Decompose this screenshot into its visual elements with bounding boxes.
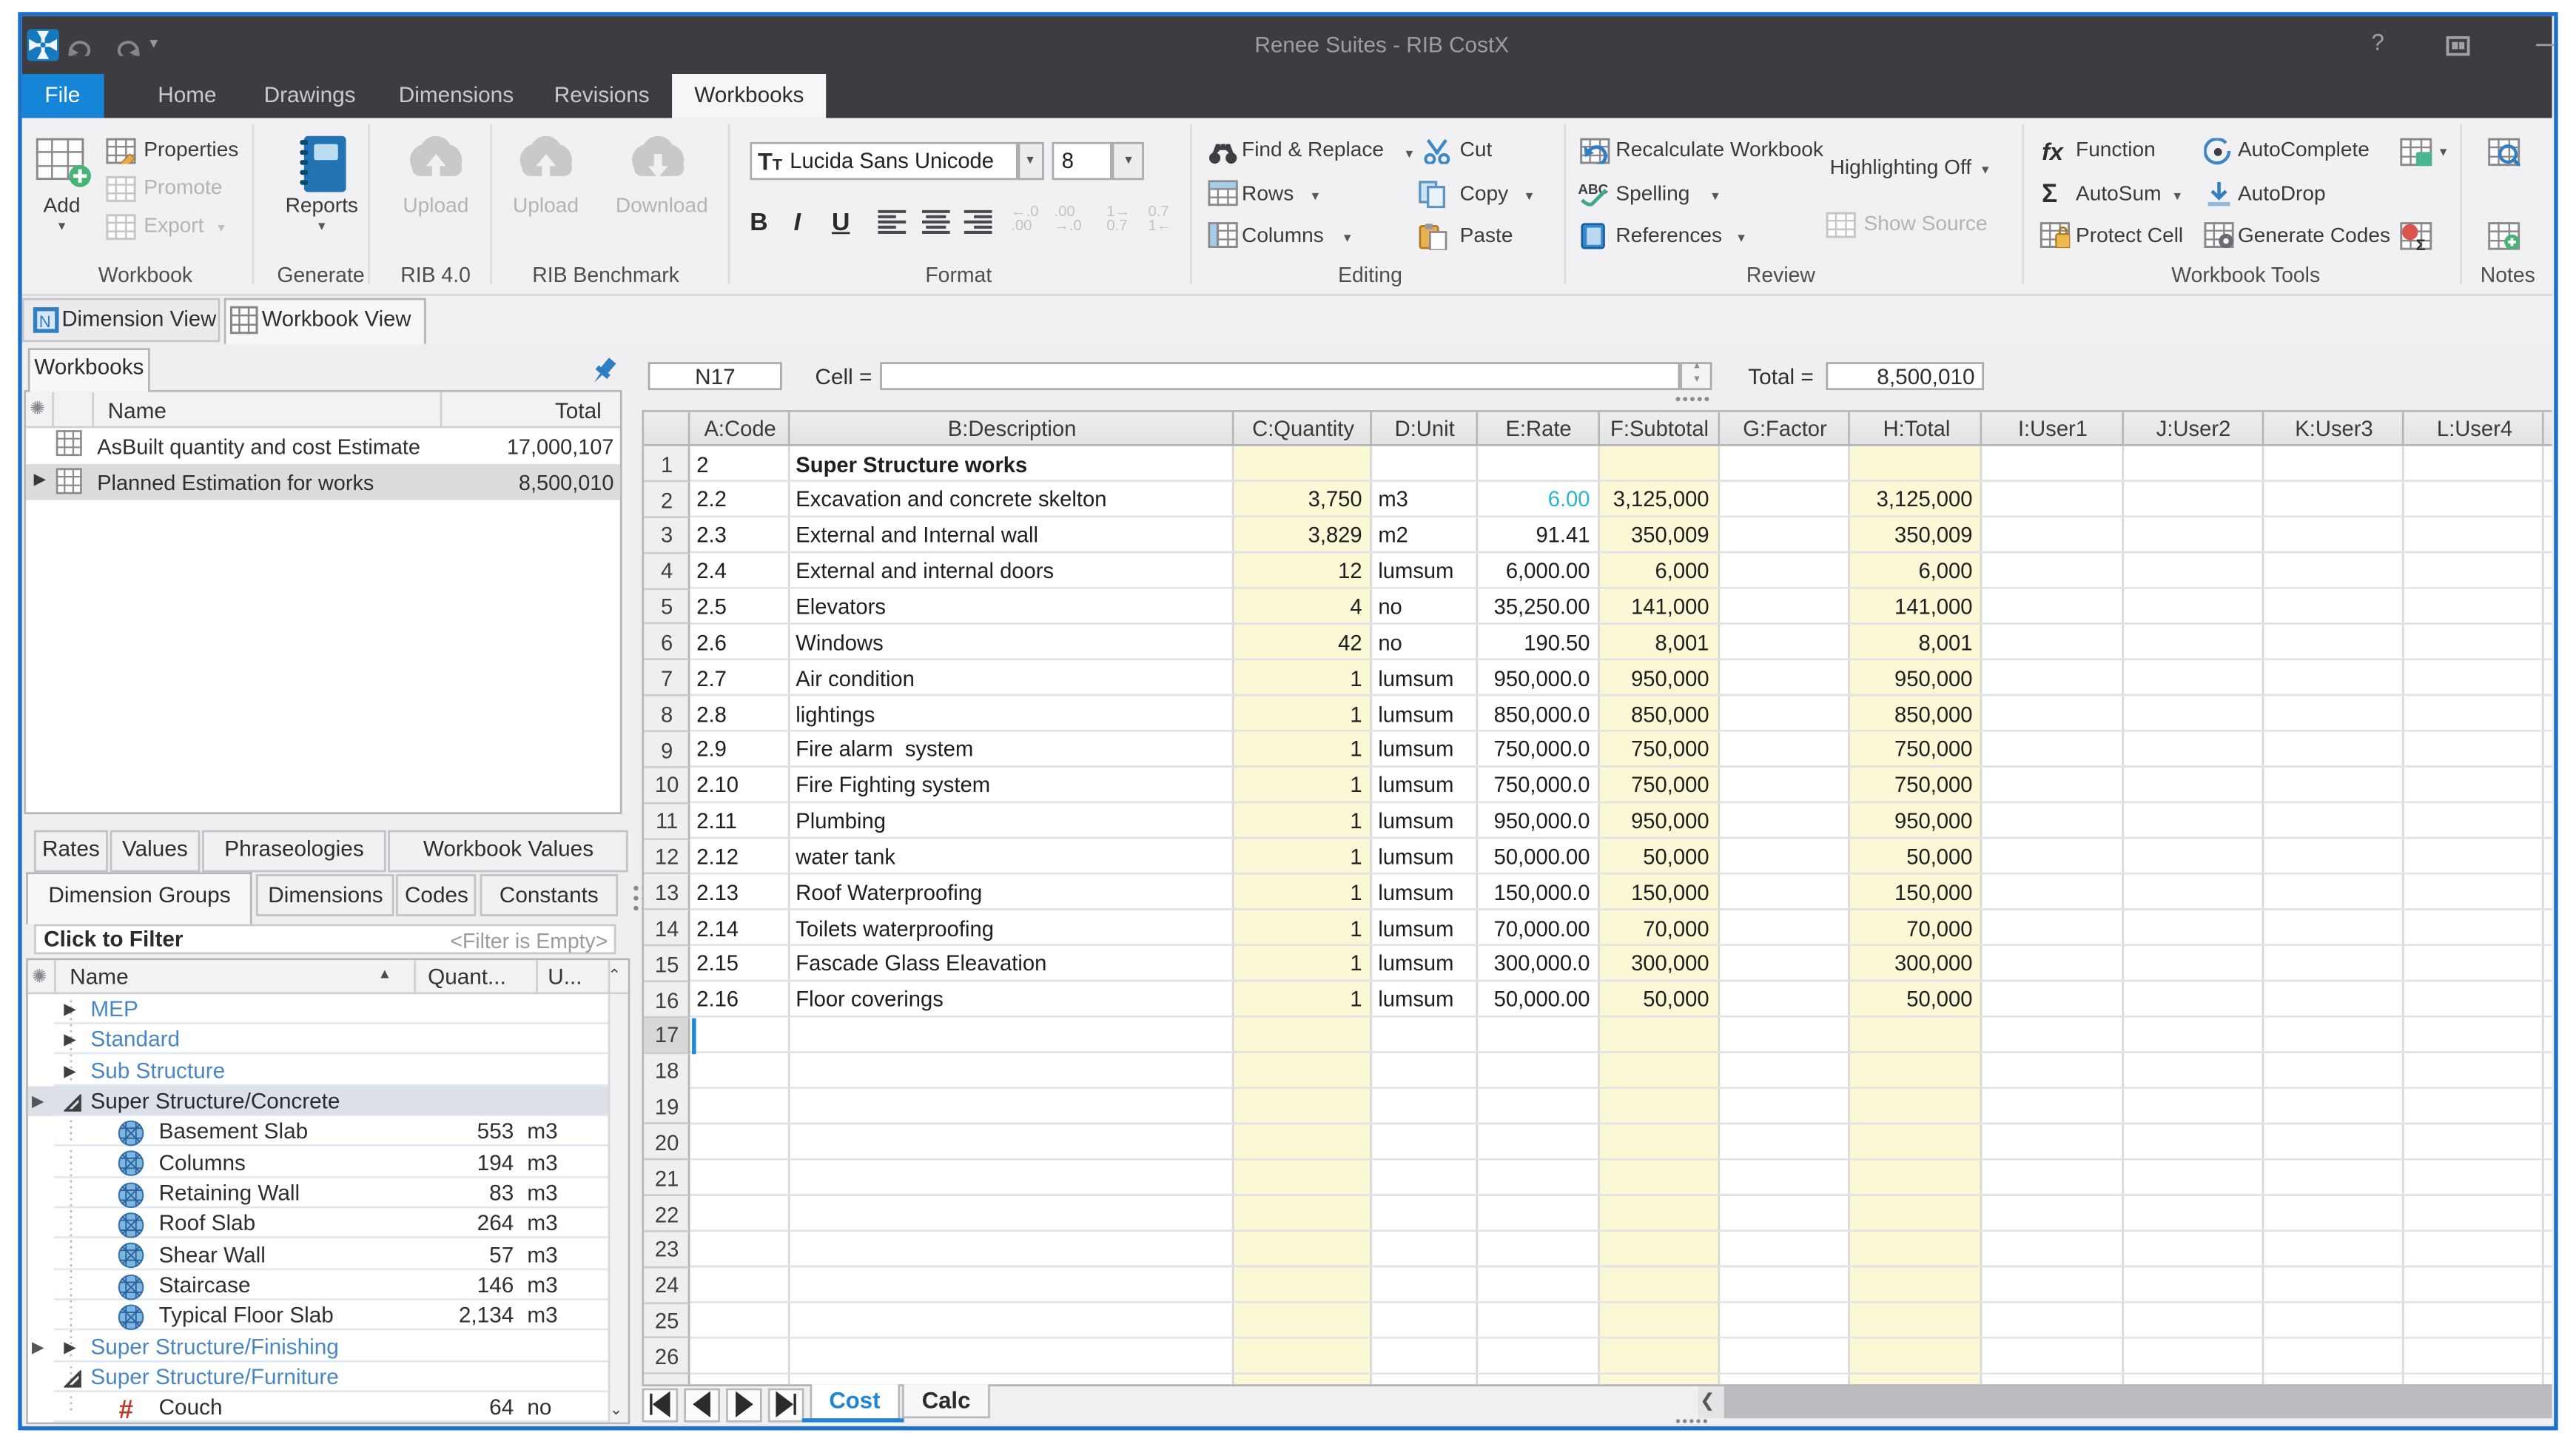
svg-text:Σ: Σ [2415, 235, 2425, 249]
svg-text:N: N [38, 312, 50, 330]
